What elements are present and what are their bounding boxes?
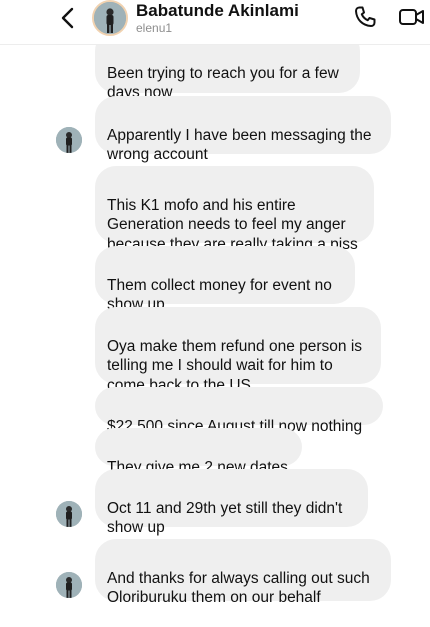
phone-icon[interactable] — [352, 4, 378, 30]
person-silhouette-icon — [56, 127, 82, 153]
message-bubble[interactable]: $22,500 since August till now nothing — [95, 387, 383, 435]
message-text: Apparently I have been messaging the wro… — [107, 126, 372, 164]
person-silhouette-icon — [56, 501, 82, 527]
message-bubble[interactable]: Apparently I have been messaging the wro… — [95, 96, 391, 163]
message-bubble[interactable]: Them collect money for event no show up — [95, 246, 355, 313]
video-camera-icon[interactable] — [398, 4, 426, 30]
person-silhouette-icon — [94, 2, 126, 34]
back-arrow-icon[interactable] — [56, 5, 82, 31]
contact-username: elenu1 — [136, 21, 173, 35]
contact-name[interactable]: Babatunde Akinlami — [136, 1, 299, 21]
message-bubble[interactable]: And thanks for always calling out such O… — [95, 539, 391, 606]
message-text: Oct 11 and 29th yet still they didn't sh… — [107, 499, 343, 537]
sender-avatar[interactable] — [56, 501, 82, 527]
sender-avatar[interactable] — [56, 572, 82, 598]
contact-avatar[interactable] — [92, 0, 128, 36]
message-text: Been trying to reach you for a few days … — [107, 64, 339, 102]
message-text: Oya make them refund one person is telli… — [107, 337, 363, 394]
message-bubble[interactable]: Oct 11 and 29th yet still they didn't sh… — [95, 469, 368, 536]
message-bubble[interactable]: Oya make them refund one person is telli… — [95, 307, 381, 394]
message-text: And thanks for always calling out such O… — [107, 569, 370, 607]
chat-header: Babatunde Akinlami elenu1 — [0, 0, 430, 45]
sender-avatar[interactable] — [56, 127, 82, 153]
message-text: This K1 mofo and his entire Generation n… — [107, 196, 358, 253]
person-silhouette-icon — [56, 572, 82, 598]
message-bubble[interactable]: They give me 2 new dates — [95, 428, 302, 476]
message-bubble[interactable]: This K1 mofo and his entire Generation n… — [95, 166, 374, 253]
